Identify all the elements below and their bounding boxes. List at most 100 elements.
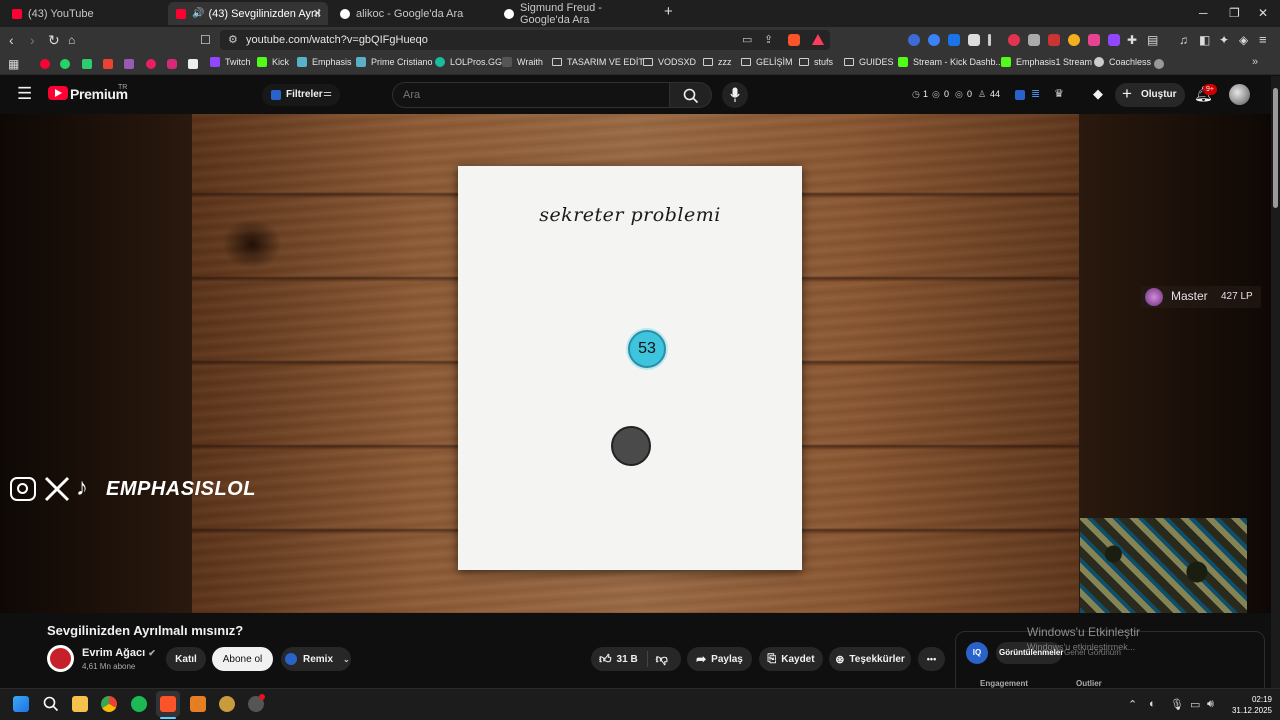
bookmark-icon[interactable] bbox=[124, 59, 134, 69]
panel-icon[interactable]: ◧ bbox=[1199, 31, 1210, 49]
list-icon[interactable]: ≣ bbox=[1031, 87, 1040, 100]
share-button[interactable]: ➦ Paylaş bbox=[687, 647, 752, 671]
extension-icon[interactable] bbox=[1108, 34, 1120, 46]
bookmark-kick[interactable]: Kick bbox=[257, 57, 289, 67]
video-player[interactable]: sekreter problemi 53 ♪ EMPHASISLOL Maste… bbox=[0, 114, 1271, 613]
thumbs-up-icon[interactable]: 👍︎ bbox=[599, 652, 612, 667]
folder-stufs[interactable]: stufs bbox=[799, 57, 833, 67]
tray-app-icon[interactable]: ◐ bbox=[1149, 698, 1156, 710]
music-icon[interactable]: ♫ bbox=[1179, 31, 1188, 49]
chevron-up-icon[interactable]: ⌃ bbox=[1128, 698, 1137, 711]
volume-icon[interactable]: 🔊︎ bbox=[1207, 698, 1214, 711]
thumbs-down-icon[interactable]: 👎︎ bbox=[656, 652, 668, 667]
create-button[interactable]: + Oluştur bbox=[1115, 83, 1185, 107]
folder-guides[interactable]: GUIDES bbox=[844, 57, 894, 67]
page-scrollbar[interactable] bbox=[1271, 76, 1280, 688]
scrollbar-thumb[interactable] bbox=[1273, 88, 1278, 208]
bookmark-kick-dashboard[interactable]: Stream - Kick Dashb... bbox=[898, 57, 1003, 67]
bookmark-icon[interactable]: ☐ bbox=[200, 31, 211, 49]
brave-shields-icon[interactable] bbox=[788, 34, 800, 46]
gmail-bookmark-icon[interactable] bbox=[103, 59, 113, 69]
extension-icon[interactable] bbox=[1008, 34, 1020, 46]
bookmark-lolpros[interactable]: LOLPros.GG bbox=[435, 57, 502, 67]
clock[interactable]: 02:19 31.12.2025 bbox=[1226, 694, 1272, 716]
channel-avatar[interactable] bbox=[47, 645, 74, 672]
search-icon[interactable] bbox=[43, 696, 59, 712]
extension-icon[interactable] bbox=[1028, 34, 1040, 46]
extension-icon[interactable] bbox=[988, 34, 991, 46]
minimize-button[interactable]: ─ bbox=[1199, 6, 1208, 20]
extension-icon[interactable] bbox=[1088, 34, 1100, 46]
hamburger-menu-icon[interactable]: ☰ bbox=[17, 85, 32, 103]
tab-current-video[interactable]: 🔊 (43) Sevgilinizden Ayrılmalı mı ✕ bbox=[168, 2, 328, 25]
bookmark-icon[interactable] bbox=[146, 59, 156, 69]
restore-button[interactable]: ❐ bbox=[1229, 6, 1240, 20]
forward-icon[interactable]: › bbox=[30, 31, 35, 49]
brave-rewards-icon[interactable] bbox=[812, 34, 824, 45]
extension-icon[interactable] bbox=[968, 34, 980, 46]
new-tab-button[interactable]: + bbox=[664, 3, 673, 20]
brave-icon[interactable] bbox=[160, 696, 176, 712]
league-client-icon[interactable] bbox=[219, 696, 235, 712]
iq-extension-icon[interactable] bbox=[1015, 90, 1025, 100]
folder-zzz[interactable]: zzz bbox=[703, 57, 732, 67]
sidebar-icon[interactable]: ▤ bbox=[1147, 31, 1158, 49]
search-input[interactable]: Ara bbox=[403, 89, 420, 101]
tiktok-bookmark-icon[interactable] bbox=[188, 59, 198, 69]
more-bookmarks-icon[interactable]: » bbox=[1252, 56, 1258, 68]
globe-bookmark-icon[interactable] bbox=[1154, 59, 1164, 69]
reload-icon[interactable]: ↻ bbox=[48, 31, 60, 49]
sublime-icon[interactable] bbox=[190, 696, 206, 712]
bookmark-coachless[interactable]: Coachless bbox=[1094, 57, 1151, 67]
cast-icon[interactable]: ▭ bbox=[742, 33, 752, 46]
extension-icon[interactable] bbox=[928, 34, 940, 46]
close-tab-icon[interactable]: ✕ bbox=[313, 7, 322, 20]
tab-youtube-home[interactable]: (43) YouTube bbox=[4, 2, 166, 25]
file-explorer-icon[interactable] bbox=[72, 696, 88, 712]
whatsapp-bookmark-icon[interactable] bbox=[60, 59, 70, 69]
remix-button[interactable]: Remix ⌄ bbox=[281, 647, 351, 671]
bookmark-emphasis[interactable]: Emphasis bbox=[297, 57, 352, 67]
bookmark-emphasis-stream[interactable]: Emphasis1 Stream bbox=[1001, 57, 1092, 67]
bookmark-twitch[interactable]: Twitch bbox=[210, 57, 251, 67]
folder-tasarim[interactable]: TASARIM VE EDİT bbox=[552, 57, 644, 67]
thanks-button[interactable]: ⊛ Teşekkürler bbox=[829, 647, 911, 671]
save-button[interactable]: ⎘ Kaydet bbox=[759, 647, 823, 671]
share-icon[interactable]: ⇪ bbox=[764, 33, 773, 46]
vpn-shield-icon[interactable]: ◈ bbox=[1239, 31, 1248, 49]
like-count[interactable]: 31 B bbox=[617, 654, 638, 665]
filters-button[interactable]: Filtreler ⚌ bbox=[262, 84, 340, 106]
back-icon[interactable]: ‹ bbox=[9, 31, 14, 49]
gem-icon[interactable]: ◆ bbox=[1093, 86, 1103, 102]
instagram-bookmark-icon[interactable] bbox=[167, 59, 177, 69]
site-settings-icon[interactable]: ⚙ bbox=[228, 33, 238, 46]
home-icon[interactable]: ⌂ bbox=[68, 31, 75, 49]
bookmark-icon[interactable] bbox=[82, 59, 92, 69]
more-actions-button[interactable]: ••• bbox=[918, 647, 945, 671]
search-button[interactable] bbox=[670, 82, 712, 108]
microphone-tray-icon[interactable]: 🎙︎ bbox=[1170, 698, 1184, 711]
tab-google-freud[interactable]: Sigmund Freud - Google'da Ara bbox=[496, 2, 658, 26]
url-text[interactable]: youtube.com/watch?v=gbQIFgHueqo bbox=[246, 34, 428, 46]
join-button[interactable]: Katıl bbox=[166, 647, 206, 671]
leo-ai-icon[interactable]: ✦ bbox=[1219, 31, 1229, 49]
network-icon[interactable]: ▭ bbox=[1190, 698, 1200, 711]
tab-google-alikoc[interactable]: alikoc - Google'da Ara bbox=[332, 2, 492, 25]
search-box[interactable]: Ara bbox=[392, 82, 670, 108]
address-bar[interactable]: ⚙ youtube.com/watch?v=gbQIFgHueqo ▭ ⇪ bbox=[220, 30, 830, 50]
bookmark-prime-cristiano[interactable]: Prime Cristiano bbox=[356, 57, 433, 67]
windows-start-icon[interactable] bbox=[13, 696, 29, 712]
bookmark-wraith[interactable]: Wraith bbox=[502, 57, 543, 67]
avatar[interactable] bbox=[1229, 84, 1250, 105]
folder-vodsxd[interactable]: VODSXD bbox=[643, 57, 696, 67]
close-window-button[interactable]: ✕ bbox=[1258, 6, 1268, 20]
apps-grid-icon[interactable]: ▦ bbox=[8, 57, 19, 71]
subscribe-button[interactable]: Abone ol bbox=[212, 647, 273, 671]
trophy-icon[interactable]: ♛ bbox=[1054, 87, 1064, 100]
menu-icon[interactable]: ≡ bbox=[1259, 31, 1267, 49]
spotify-icon[interactable] bbox=[131, 696, 147, 712]
youtube-logo-icon[interactable] bbox=[48, 86, 68, 100]
channel-name[interactable]: Evrim Ağacı ✔ bbox=[82, 647, 156, 659]
extensions-puzzle-icon[interactable]: ✚ bbox=[1127, 31, 1137, 49]
extension-icon[interactable] bbox=[948, 34, 960, 46]
